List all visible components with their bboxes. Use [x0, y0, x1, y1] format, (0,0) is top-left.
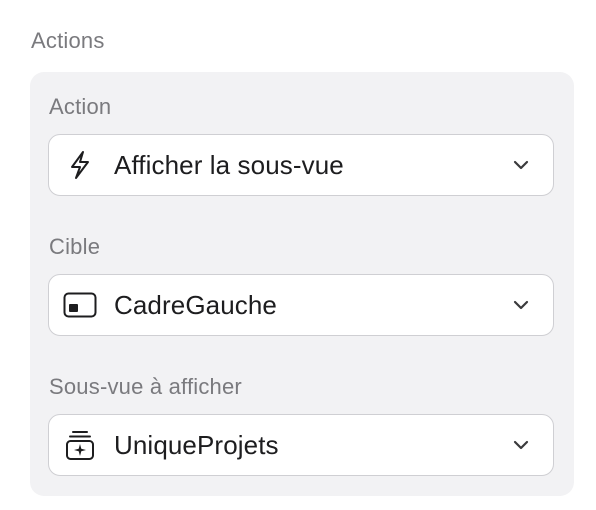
subview-select[interactable]: UniqueProjets: [48, 414, 554, 476]
action-select[interactable]: Afficher la sous-vue: [48, 134, 554, 196]
target-value: CadreGauche: [114, 289, 277, 320]
lightning-icon: [63, 148, 97, 182]
actions-panel: Action Afficher la sous-vue Cible CadreG…: [30, 72, 574, 496]
action-label: Action: [49, 94, 112, 119]
section-title: Actions: [31, 28, 105, 53]
frame-icon: [63, 288, 97, 322]
subview-label: Sous-vue à afficher: [49, 374, 242, 399]
chevron-down-icon: [511, 295, 531, 315]
target-select[interactable]: CadreGauche: [48, 274, 554, 336]
subview-value: UniqueProjets: [114, 429, 279, 460]
stack-sparkle-icon: [63, 428, 97, 462]
action-value: Afficher la sous-vue: [114, 149, 344, 180]
chevron-down-icon: [511, 155, 531, 175]
chevron-down-icon: [511, 435, 531, 455]
target-label: Cible: [49, 234, 101, 259]
